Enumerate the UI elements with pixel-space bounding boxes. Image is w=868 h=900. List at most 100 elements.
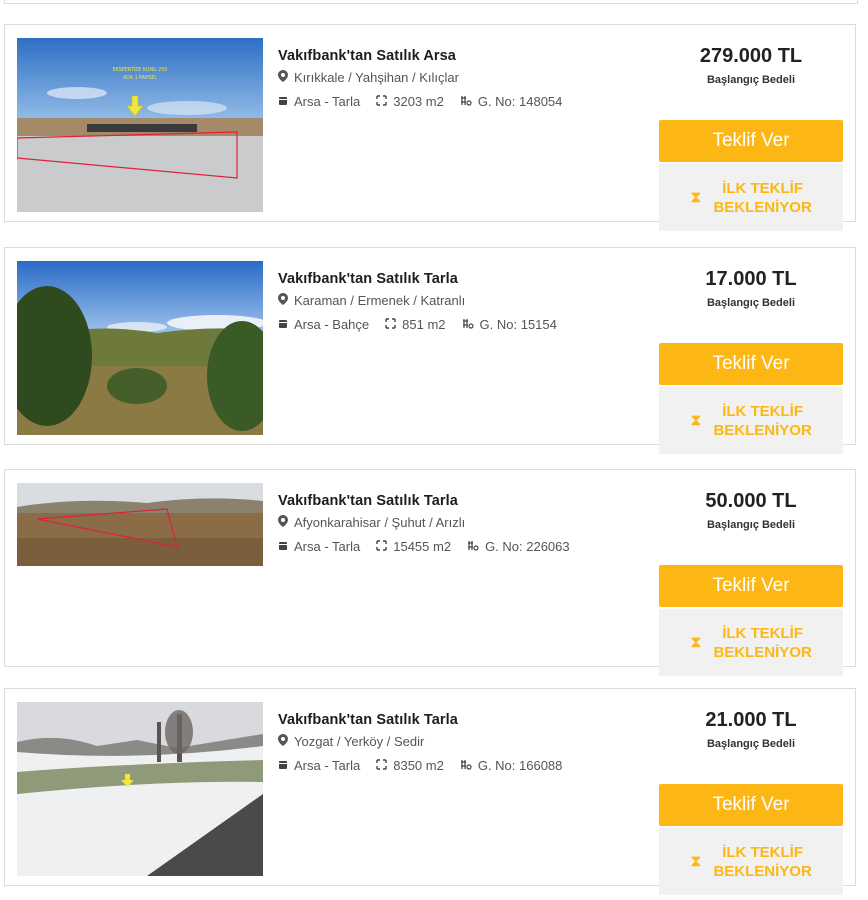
previous-listing-card-edge	[4, 0, 858, 4]
land-gno: G. No: 226063	[467, 539, 570, 554]
land-type: Arsa - Bahçe	[278, 317, 369, 332]
area-corners-icon	[376, 94, 387, 109]
gno-text: G. No: 148054	[477, 94, 563, 109]
land-type: Arsa - Tarla	[278, 758, 360, 773]
image-overlay-text: EKSPERTİZE KONU 250	[113, 66, 168, 73]
make-offer-button[interactable]: Teklif Ver	[659, 343, 843, 385]
make-offer-button[interactable]: Teklif Ver	[659, 565, 843, 607]
listing-card[interactable]: Vakıfbank'tan Satılık Tarla Karaman / Er…	[4, 247, 856, 454]
map-pin-icon	[278, 70, 288, 85]
hourglass-icon: ⧗	[690, 852, 702, 870]
land-area: 3203 m2	[376, 94, 444, 109]
starting-price-label: Başlangıç Bedeli	[706, 519, 796, 531]
status-line-1: İLK TEKLİF	[722, 179, 804, 197]
listing-info: Vakıfbank'tan Satılık Arsa Kırıkkale / Y…	[278, 48, 658, 109]
land-type-icon	[278, 758, 288, 773]
listing-info: Vakıfbank'tan Satılık Tarla Karaman / Er…	[278, 271, 658, 332]
listing-location: Yozgat / Yerköy / Sedir	[278, 734, 658, 749]
status-line-2: BEKLENİYOR	[713, 643, 812, 661]
listing-photo[interactable]: EKSPERTİZE KONU 250 ADA 1 PARSEL	[17, 38, 263, 212]
listing-location: Afyonkarahisar / Şuhut / Arızlı	[278, 515, 658, 530]
starting-price: 21.000 TL	[705, 709, 797, 731]
make-offer-button[interactable]: Teklif Ver	[659, 784, 843, 826]
price-panel: 279.000 TL Başlangıç Bedeli Teklif Ver ⧗…	[659, 43, 843, 231]
offer-status: ⧗ İLK TEKLİF BEKLENİYOR	[659, 609, 843, 676]
status-line-2: BEKLENİYOR	[713, 862, 812, 880]
price-panel: 50.000 TL Başlangıç Bedeli Teklif Ver ⧗ …	[659, 488, 843, 676]
listing-info: Vakıfbank'tan Satılık Tarla Afyonkarahis…	[278, 493, 658, 554]
listing-meta: Arsa - Tarla 15455 m2 G. No: 226063	[278, 539, 658, 554]
listing-card[interactable]: EKSPERTİZE KONU 250 ADA 1 PARSEL Vakıfba…	[4, 24, 856, 231]
id-number-icon	[467, 539, 479, 554]
gno-text: G. No: 226063	[485, 539, 570, 554]
hourglass-icon: ⧗	[690, 633, 702, 651]
id-number-icon	[462, 317, 474, 332]
land-gno: G. No: 148054	[460, 94, 563, 109]
land-type-icon	[278, 539, 288, 554]
starting-price-label: Başlangıç Bedeli	[706, 738, 796, 750]
area-corners-icon	[376, 539, 387, 554]
listing-title[interactable]: Vakıfbank'tan Satılık Arsa	[278, 48, 658, 64]
listing-location: Kırıkkale / Yahşihan / Kılıçlar	[278, 70, 658, 85]
land-area-text: 8350 m2	[393, 758, 444, 773]
location-text: Yozgat / Yerköy / Sedir	[294, 734, 425, 749]
land-area-text: 851 m2	[402, 317, 446, 332]
listing-title[interactable]: Vakıfbank'tan Satılık Tarla	[278, 493, 658, 509]
listing-meta: Arsa - Tarla 8350 m2 G. No: 166088	[278, 758, 658, 773]
location-text: Karaman / Ermenek / Katranlı	[294, 293, 466, 308]
map-pin-icon	[278, 734, 288, 749]
land-type-icon	[278, 94, 288, 109]
listing-title[interactable]: Vakıfbank'tan Satılık Tarla	[278, 271, 658, 287]
hourglass-icon: ⧗	[690, 411, 702, 429]
listing-photo[interactable]	[17, 483, 263, 566]
gno-text: G. No: 15154	[479, 317, 557, 332]
land-area-text: 15455 m2	[393, 539, 452, 554]
image-overlay-text: ADA 1 PARSEL	[123, 75, 158, 81]
listing-photo[interactable]	[17, 702, 263, 876]
gno-text: G. No: 166088	[477, 758, 563, 773]
land-type-text: Arsa - Tarla	[294, 758, 361, 773]
land-area: 851 m2	[385, 317, 446, 332]
starting-price: 17.000 TL	[705, 268, 797, 290]
starting-price-label: Başlangıç Bedeli	[706, 74, 796, 86]
area-corners-icon	[376, 758, 387, 773]
land-gno: G. No: 15154	[462, 317, 557, 332]
status-line-2: BEKLENİYOR	[713, 198, 812, 216]
listing-meta: Arsa - Tarla 3203 m2 G. No: 148054	[278, 94, 658, 109]
location-text: Kırıkkale / Yahşihan / Kılıçlar	[294, 70, 459, 85]
starting-price: 279.000 TL	[699, 45, 803, 67]
listing-card[interactable]: Vakıfbank'tan Satılık Tarla Yozgat / Yer…	[4, 688, 856, 895]
status-line-2: BEKLENİYOR	[713, 421, 812, 439]
land-type: Arsa - Tarla	[278, 94, 360, 109]
status-line-1: İLK TEKLİF	[722, 402, 804, 420]
price-panel: 17.000 TL Başlangıç Bedeli Teklif Ver ⧗ …	[659, 266, 843, 454]
make-offer-button[interactable]: Teklif Ver	[659, 120, 843, 162]
offer-status: ⧗ İLK TEKLİF BEKLENİYOR	[659, 387, 843, 454]
land-area: 15455 m2	[376, 539, 451, 554]
status-line-1: İLK TEKLİF	[722, 624, 804, 642]
land-gno: G. No: 166088	[460, 758, 563, 773]
starting-price-label: Başlangıç Bedeli	[706, 297, 796, 309]
land-type-icon	[278, 317, 288, 332]
location-text: Afyonkarahisar / Şuhut / Arızlı	[294, 515, 466, 530]
hourglass-icon: ⧗	[690, 188, 702, 206]
listing-meta: Arsa - Bahçe 851 m2 G. No: 15154	[278, 317, 658, 332]
listing-photo[interactable]	[17, 261, 263, 435]
land-type: Arsa - Tarla	[278, 539, 360, 554]
listing-title[interactable]: Vakıfbank'tan Satılık Tarla	[278, 712, 658, 728]
listing-card[interactable]: Vakıfbank'tan Satılık Tarla Afyonkarahis…	[4, 469, 856, 676]
listing-location: Karaman / Ermenek / Katranlı	[278, 293, 658, 308]
price-panel: 21.000 TL Başlangıç Bedeli Teklif Ver ⧗ …	[659, 707, 843, 895]
starting-price: 50.000 TL	[705, 490, 797, 512]
area-corners-icon	[385, 317, 396, 332]
land-area: 8350 m2	[376, 758, 444, 773]
map-pin-icon	[278, 293, 288, 308]
land-type-text: Arsa - Tarla	[294, 94, 361, 109]
offer-status: ⧗ İLK TEKLİF BEKLENİYOR	[659, 164, 843, 231]
offer-status: ⧗ İLK TEKLİF BEKLENİYOR	[659, 828, 843, 895]
id-number-icon	[460, 94, 472, 109]
land-area-text: 3203 m2	[393, 94, 444, 109]
listing-info: Vakıfbank'tan Satılık Tarla Yozgat / Yer…	[278, 712, 658, 773]
land-type-text: Arsa - Tarla	[294, 539, 361, 554]
status-line-1: İLK TEKLİF	[722, 843, 804, 861]
